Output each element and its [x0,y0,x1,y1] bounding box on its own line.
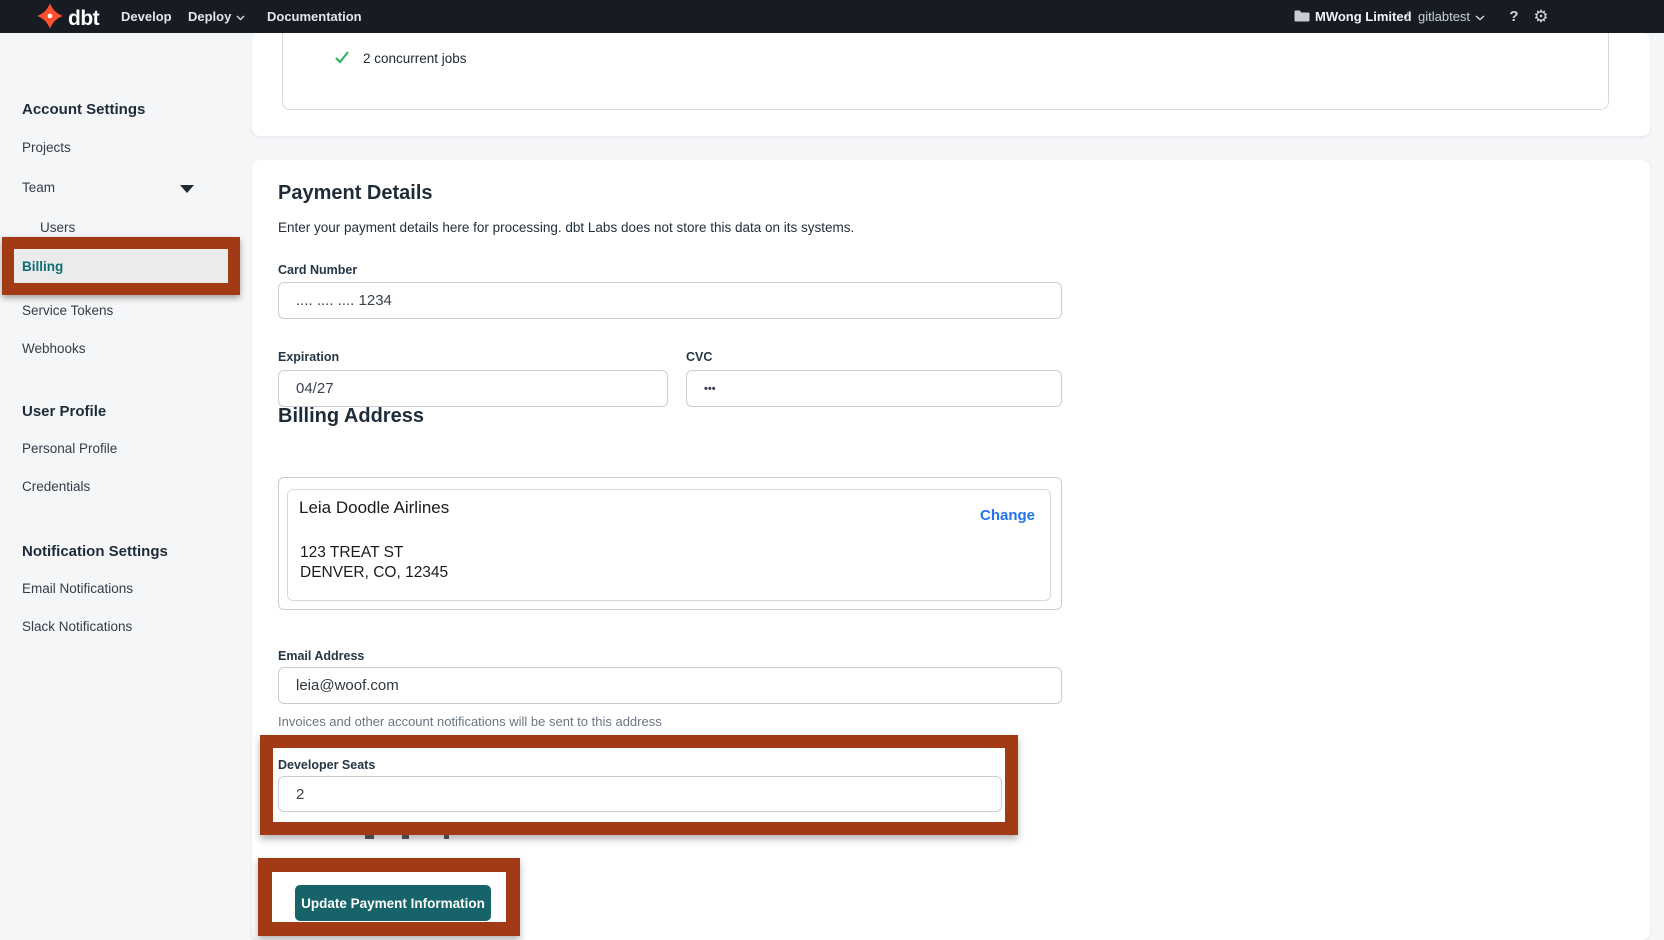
billing-address-line1: 123 TREAT ST [300,544,403,562]
annotation-box-billing: Billing [2,237,240,295]
billing-address-title: Billing Address [278,405,424,428]
sidebar-item-email-notifications[interactable]: Email Notifications [22,581,133,596]
cvc-input[interactable] [686,370,1062,407]
billing-address-inner: Leia Doodle Airlines Change 123 TREAT ST… [287,489,1051,601]
email-helper-text: Invoices and other account notifications… [278,714,662,729]
expiration-label: Expiration [278,350,339,364]
usage-inner-box: You are currently using 1 seat 2 concurr… [282,33,1609,110]
settings-sidebar: Account Settings Projects Team Users Bil… [0,33,240,940]
clipped-text-remnant [444,835,449,839]
change-address-link[interactable]: Change [980,507,1035,524]
chevron-down-icon [236,0,245,33]
nav-link-documentation-label: Documentation [267,9,362,24]
project-selector[interactable]: gitlabtest [1418,0,1485,33]
concurrent-jobs-text: 2 concurrent jobs [363,51,467,66]
sidebar-heading-user-profile: User Profile [22,403,106,420]
nav-link-develop[interactable]: Develop [121,0,172,33]
developer-seats-input[interactable] [278,776,1002,812]
gear-icon[interactable]: ⚙ [1530,0,1552,33]
nav-link-documentation[interactable]: Documentation [267,0,362,33]
billing-address-box: Leia Doodle Airlines Change 123 TREAT ST… [278,477,1062,610]
card-number-input[interactable] [278,282,1062,319]
sidebar-heading-notification-settings: Notification Settings [22,543,168,560]
sidebar-item-slack-notifications[interactable]: Slack Notifications [22,619,132,634]
account-name-label: MWong Limited [1315,9,1412,24]
top-navbar: dbt Develop Deploy Documentation MWong L… [0,0,1664,33]
breadcrumb-separator: / [1405,0,1409,33]
email-address-input[interactable] [278,667,1062,704]
sidebar-item-users[interactable]: Users [40,220,75,235]
expiration-input[interactable] [278,370,668,407]
email-address-label: Email Address [278,649,364,663]
chevron-down-icon [1475,0,1485,33]
payment-details-subtitle: Enter your payment details here for proc… [278,220,854,235]
sidebar-item-webhooks[interactable]: Webhooks [22,341,86,356]
billing-address-line2: DENVER, CO, 12345 [300,564,448,582]
help-icon[interactable]: ? [1505,0,1523,33]
billing-address-name: Leia Doodle Airlines [299,498,449,518]
brand-text: dbt [68,7,99,31]
payment-details-card: Payment Details Enter your payment detai… [252,160,1650,940]
sidebar-item-team[interactable]: Team [22,180,55,195]
cvc-label: CVC [686,350,712,364]
dbt-logo-icon [36,2,64,35]
caret-down-icon[interactable] [180,185,194,193]
update-payment-button[interactable]: Update Payment Information [295,885,491,921]
sidebar-item-billing[interactable]: Billing [22,259,63,274]
sidebar-item-credentials[interactable]: Credentials [22,479,90,494]
clipped-text-remnant [402,835,409,839]
nav-link-develop-label: Develop [121,9,172,24]
nav-link-deploy-label: Deploy [188,9,231,24]
usage-card: You are currently using 1 seat 2 concurr… [252,33,1650,136]
sidebar-item-projects[interactable]: Projects [22,140,71,155]
sidebar-item-service-tokens[interactable]: Service Tokens [22,303,113,318]
sidebar-heading-account-settings: Account Settings [22,101,145,118]
sidebar-item-billing-active[interactable]: Billing [14,249,228,283]
developer-seats-label: Developer Seats [278,758,375,772]
account-name[interactable]: MWong Limited [1315,0,1412,33]
check-icon [334,49,350,70]
payment-details-title: Payment Details [278,182,433,205]
project-name-label: gitlabtest [1418,9,1470,24]
dbt-logo[interactable]: dbt [36,2,99,35]
nav-link-deploy[interactable]: Deploy [188,0,245,33]
folder-icon [1294,9,1310,24]
card-number-label: Card Number [278,263,357,277]
sidebar-item-personal-profile[interactable]: Personal Profile [22,441,117,456]
clipped-text-remnant [365,835,374,839]
